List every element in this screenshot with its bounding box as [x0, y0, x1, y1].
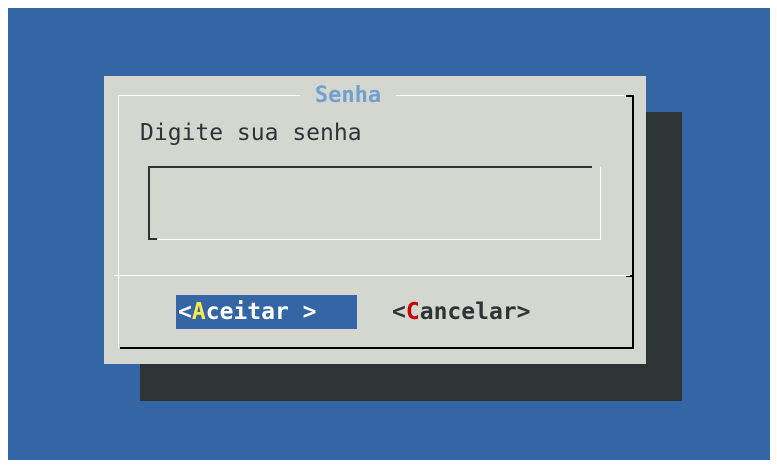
password-input-border — [150, 239, 601, 240]
accept-hotkey: A — [191, 299, 206, 325]
accept-button-open: < — [178, 299, 192, 325]
cancel-hotkey: C — [405, 299, 420, 325]
password-prompt: Digite sua senha — [140, 120, 362, 146]
password-input[interactable] — [148, 166, 600, 240]
password-input-border — [150, 238, 157, 240]
cancel-button-label: ancelar — [419, 299, 517, 325]
dialog-frame-right — [632, 276, 634, 348]
password-input-border — [600, 167, 601, 240]
dialog-frame-right — [632, 95, 634, 276]
cancel-button-open: < — [392, 299, 406, 325]
password-input-border — [148, 166, 592, 168]
dialog-frame-corner — [626, 95, 634, 97]
cancel-button[interactable]: <Cancelar> — [392, 295, 531, 329]
accept-button[interactable]: <Aceitar > — [176, 295, 357, 329]
dialog-frame-top — [118, 95, 308, 96]
accept-button-close: > — [288, 299, 317, 325]
dialog-frame-top — [392, 95, 630, 96]
button-area-separator — [114, 275, 630, 276]
dialog-title: Senha — [300, 81, 396, 111]
cancel-button-close: > — [516, 299, 531, 325]
password-input-border — [148, 166, 150, 240]
accept-button-label: ceitar — [205, 299, 289, 325]
dialog-frame-bottom — [120, 347, 634, 349]
dialog-frame-left — [118, 95, 119, 348]
